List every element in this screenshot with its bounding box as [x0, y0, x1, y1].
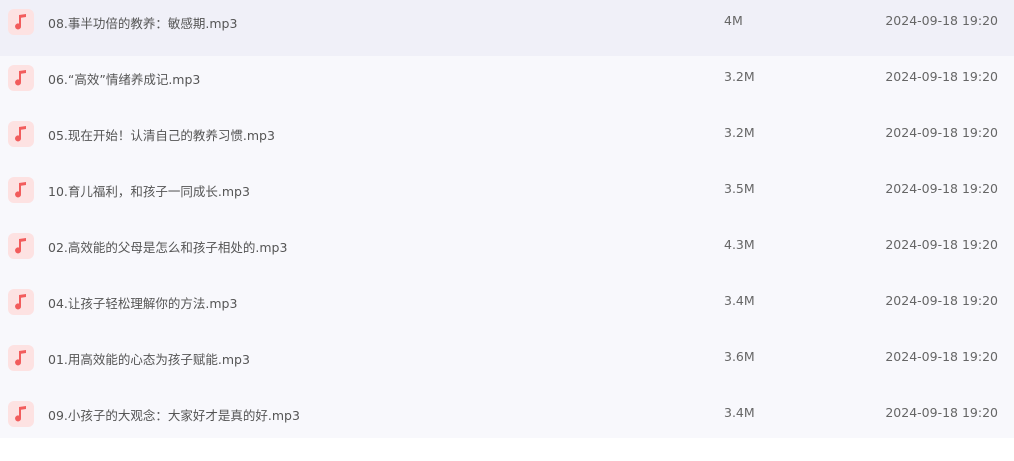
file-date: 2024-09-18 19:20 [885, 69, 998, 84]
file-size: 3.2M [724, 69, 755, 84]
file-size: 3.5M [724, 181, 755, 196]
file-row[interactable]: 01.用高效能的心态为孩子赋能.mp3 3.6M 2024-09-18 19:2… [0, 336, 1014, 392]
file-date: 2024-09-18 19:20 [885, 237, 998, 252]
music-note-icon [8, 9, 34, 35]
file-size: 3.4M [724, 405, 755, 420]
file-row[interactable]: 09.小孩子的大观念：大家好才是真的好.mp3 3.4M 2024-09-18 … [0, 392, 1014, 438]
file-date: 2024-09-18 19:20 [885, 293, 998, 308]
file-date: 2024-09-18 19:20 [885, 349, 998, 364]
file-row[interactable]: 08.事半功倍的教养：敏感期.mp3 4M 2024-09-18 19:20 [0, 0, 1014, 56]
file-size: 3.2M [724, 125, 755, 140]
file-row[interactable]: 06.“高效”情绪养成记.mp3 3.2M 2024-09-18 19:20 [0, 56, 1014, 112]
file-name: 10.育儿福利，和孩子一同成长.mp3 [48, 184, 250, 199]
music-note-icon [8, 289, 34, 315]
file-row[interactable]: 05.现在开始！认清自己的教养习惯.mp3 3.2M 2024-09-18 19… [0, 112, 1014, 168]
file-name: 06.“高效”情绪养成记.mp3 [48, 72, 201, 87]
music-note-icon [8, 345, 34, 371]
music-note-icon [8, 177, 34, 203]
file-list: 08.事半功倍的教养：敏感期.mp3 4M 2024-09-18 19:20 0… [0, 0, 1014, 438]
file-name: 05.现在开始！认清自己的教养习惯.mp3 [48, 128, 275, 143]
music-note-icon [8, 233, 34, 259]
file-name: 01.用高效能的心态为孩子赋能.mp3 [48, 352, 250, 367]
file-name: 08.事半功倍的教养：敏感期.mp3 [48, 16, 238, 31]
file-row[interactable]: 02.高效能的父母是怎么和孩子相处的.mp3 4.3M 2024-09-18 1… [0, 224, 1014, 280]
file-name: 09.小孩子的大观念：大家好才是真的好.mp3 [48, 408, 300, 423]
file-name: 02.高效能的父母是怎么和孩子相处的.mp3 [48, 240, 288, 255]
file-row[interactable]: 10.育儿福利，和孩子一同成长.mp3 3.5M 2024-09-18 19:2… [0, 168, 1014, 224]
file-date: 2024-09-18 19:20 [885, 125, 998, 140]
file-size: 4M [724, 13, 743, 28]
file-row[interactable]: 04.让孩子轻松理解你的方法.mp3 3.4M 2024-09-18 19:20 [0, 280, 1014, 336]
music-note-icon [8, 121, 34, 147]
file-date: 2024-09-18 19:20 [885, 405, 998, 420]
music-note-icon [8, 65, 34, 91]
file-size: 3.6M [724, 349, 755, 364]
file-date: 2024-09-18 19:20 [885, 181, 998, 196]
file-name: 04.让孩子轻松理解你的方法.mp3 [48, 296, 238, 311]
music-note-icon [8, 401, 34, 427]
file-size: 3.4M [724, 293, 755, 308]
file-date: 2024-09-18 19:20 [885, 13, 998, 28]
file-size: 4.3M [724, 237, 755, 252]
